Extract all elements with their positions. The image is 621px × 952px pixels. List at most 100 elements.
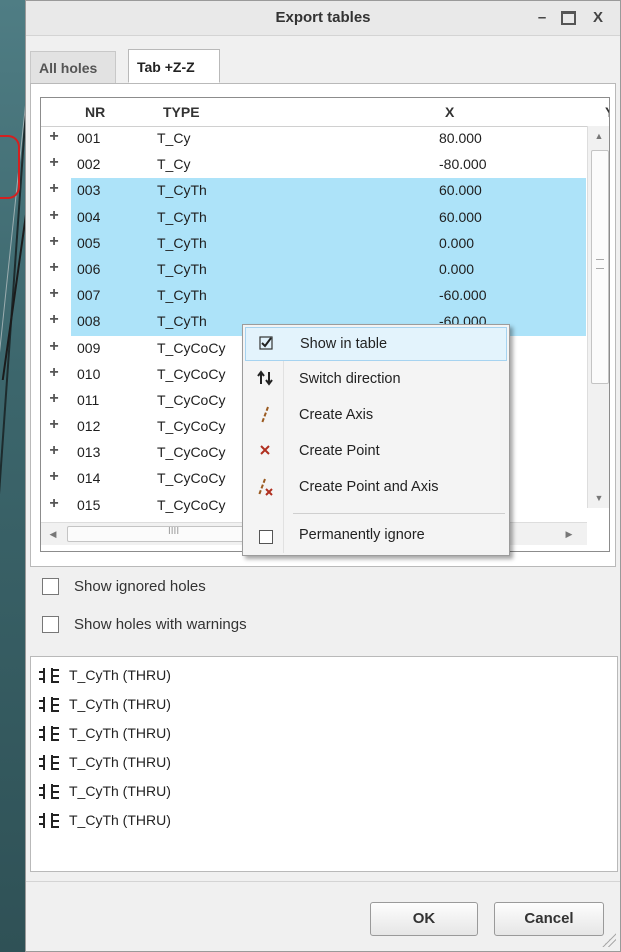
scroll-right-icon[interactable]: ▶ [559, 523, 579, 545]
cell-x: 0.000 [439, 234, 475, 251]
cell-type: T_CyCoCy [157, 496, 226, 513]
row-background [71, 178, 586, 205]
minimize-button[interactable]: – [530, 1, 554, 35]
list-item-label: T_CyTh (THRU) [69, 667, 171, 683]
cell-type: T_CyCoCy [157, 418, 226, 435]
context-menu: Show in table Switch direction Create Ax… [242, 324, 510, 556]
dialog-footer: OK Cancel [26, 881, 620, 952]
grip-icon [596, 259, 604, 269]
checkmark-icon [256, 335, 276, 355]
cell-type: T_Cy [157, 130, 191, 146]
cell-nr: 009 [77, 339, 101, 356]
expand-icon[interactable]: + [45, 364, 63, 382]
expand-icon[interactable]: + [45, 154, 63, 172]
show-ignored-holes-checkbox[interactable] [42, 578, 59, 595]
expand-icon[interactable]: + [45, 468, 63, 486]
column-header-nr[interactable]: NR [85, 104, 105, 120]
table-row[interactable]: +004 T_CyTh 60.000 [41, 204, 586, 231]
list-item[interactable]: T_CyTh (THRU) [31, 689, 617, 718]
show-holes-with-warnings-checkbox[interactable] [42, 616, 59, 633]
expand-icon[interactable]: + [45, 128, 63, 146]
row-background [71, 126, 586, 152]
cell-nr: 004 [77, 208, 101, 225]
checkbox-icon [259, 530, 273, 544]
cell-type: T_CyCoCy [157, 391, 226, 408]
row-background [71, 283, 586, 310]
scroll-down-icon[interactable]: ▼ [588, 488, 609, 508]
expand-icon[interactable]: + [45, 180, 63, 198]
expand-icon[interactable]: + [45, 285, 63, 303]
cell-type: T_CyTh [157, 182, 207, 199]
scroll-up-icon[interactable]: ▲ [588, 126, 609, 146]
menu-item-show-in-table[interactable]: Show in table [245, 327, 507, 361]
list-item-label: T_CyTh (THRU) [69, 754, 171, 770]
menu-item-switch-direction[interactable]: Switch direction [245, 363, 507, 397]
vertical-scrollbar[interactable]: ▲ ▼ [587, 126, 609, 508]
expand-icon[interactable]: + [45, 311, 63, 329]
column-header-x[interactable]: X [445, 104, 454, 120]
tab-z-z[interactable]: Tab +Z-Z [128, 49, 220, 83]
cell-nr: 008 [77, 313, 101, 330]
cancel-button[interactable]: Cancel [494, 902, 604, 936]
cell-nr: 007 [77, 287, 101, 304]
cell-x: 60.000 [439, 208, 482, 225]
cell-nr: 013 [77, 444, 101, 461]
menu-item-create-point[interactable]: Create Point [245, 435, 507, 469]
table-row[interactable]: +007 T_CyTh -60.000 [41, 283, 586, 310]
cell-type: T_CyCoCy [157, 365, 226, 382]
expand-icon[interactable]: + [45, 338, 63, 356]
show-holes-with-warnings-label: Show holes with warnings [74, 616, 247, 633]
expand-icon[interactable]: + [45, 495, 63, 513]
table-row[interactable]: +003 T_CyTh 60.000 [41, 178, 586, 205]
cell-x: 0.000 [439, 260, 475, 277]
list-item[interactable]: T_CyTh (THRU) [31, 747, 617, 776]
show-ignored-holes-label: Show ignored holes [74, 578, 206, 595]
point-and-axis-icon [255, 478, 275, 498]
vertical-scroll-thumb[interactable] [591, 150, 609, 384]
hole-detail-list: T_CyTh (THRU) T_CyTh (THRU) T_CyTh (THRU) T… [30, 656, 618, 872]
expand-icon[interactable]: + [45, 259, 63, 277]
table-row[interactable]: +002 T_Cy -80.000 [41, 152, 586, 178]
list-item[interactable]: T_CyTh (THRU) [31, 718, 617, 747]
tab-all-holes[interactable]: All holes [30, 51, 116, 83]
cell-type: T_CyCoCy [157, 339, 226, 356]
resize-grip-icon[interactable] [602, 933, 616, 947]
list-item[interactable]: T_CyTh (THRU) [31, 660, 617, 689]
expand-icon[interactable]: + [45, 207, 63, 225]
scroll-left-icon[interactable]: ◀ [43, 523, 63, 545]
expand-icon[interactable]: + [45, 390, 63, 408]
cell-nr: 011 [77, 391, 100, 408]
thread-hole-icon [39, 726, 69, 742]
table-row[interactable]: +005 T_CyTh 0.000 [41, 230, 586, 257]
cell-type: T_CyCoCy [157, 470, 226, 487]
list-item[interactable]: T_CyTh (THRU) [31, 805, 617, 834]
grip-icon: IIII [168, 526, 180, 537]
title-bar[interactable]: Export tables – X [26, 1, 620, 36]
list-item[interactable]: T_CyTh (THRU) [31, 776, 617, 805]
thread-hole-icon [39, 755, 69, 771]
expand-icon[interactable]: + [45, 233, 63, 251]
close-button[interactable]: X [586, 1, 610, 35]
list-item-label: T_CyTh (THRU) [69, 696, 171, 712]
menu-item-permanently-ignore[interactable]: Permanently ignore [245, 519, 507, 553]
table-row[interactable]: +006 T_CyTh 0.000 [41, 256, 586, 284]
column-header-type[interactable]: TYPE [163, 104, 200, 120]
model-feature-outline [0, 135, 20, 199]
cell-type: T_CyTh [157, 208, 207, 225]
cell-nr: 005 [77, 234, 101, 251]
table-header: NR TYPE X Y [41, 98, 609, 127]
cell-type: T_CyTh [157, 313, 207, 330]
cell-nr: 003 [77, 182, 101, 199]
row-background [71, 230, 586, 257]
menu-item-create-point-and-axis[interactable]: Create Point and Axis [245, 471, 507, 505]
cell-nr: 014 [77, 470, 101, 487]
menu-item-create-axis[interactable]: Create Axis [245, 399, 507, 433]
cell-x: 80.000 [439, 130, 482, 146]
thread-hole-icon [39, 813, 69, 829]
maximize-button[interactable] [556, 1, 580, 35]
ok-button[interactable]: OK [370, 902, 478, 936]
expand-icon[interactable]: + [45, 442, 63, 460]
column-header-y[interactable]: Y [605, 104, 609, 120]
table-row[interactable]: +001 T_Cy 80.000 [41, 126, 586, 152]
expand-icon[interactable]: + [45, 416, 63, 434]
